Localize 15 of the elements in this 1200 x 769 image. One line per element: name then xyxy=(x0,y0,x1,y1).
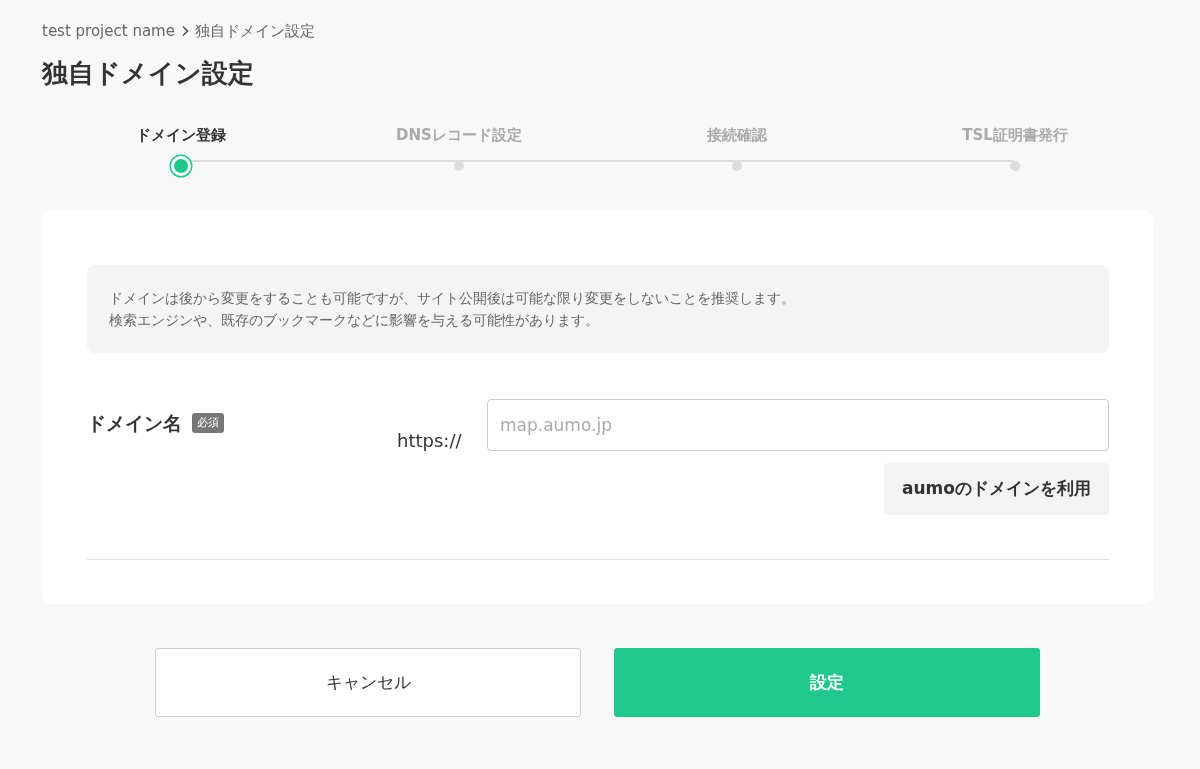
chevron-icon xyxy=(180,25,189,37)
domain-input[interactable]: map.aumo.jp xyxy=(487,399,1109,451)
step-label: ドメイン登録 xyxy=(136,125,226,146)
required-badge: 必須 xyxy=(192,412,224,434)
step-label: TSL証明書発行 xyxy=(962,125,1068,146)
step-label: DNSレコード設定 xyxy=(396,125,522,146)
step-label: 接続確認 xyxy=(707,125,767,146)
cancel-button[interactable]: キャンセル xyxy=(155,648,581,717)
notice-panel: ドメインは後から変更をすることも可能ですが、サイト公開後は可能な限り変更をしないことを推奨します。 検索エンジンや、既存のブックマークなどに影響を与える可能性があります。 xyxy=(87,265,1109,353)
page-title: 独自ドメイン設定 xyxy=(42,58,255,90)
url-prefix: https:// xyxy=(397,429,463,453)
field-label: ドメイン名 xyxy=(87,410,182,436)
use-default-domain-button[interactable]: aumoのドメインを利用 xyxy=(884,463,1109,515)
breadcrumb-link[interactable]: test project name xyxy=(42,19,175,43)
breadcrumb-current: 独自ドメイン設定 xyxy=(194,20,315,42)
